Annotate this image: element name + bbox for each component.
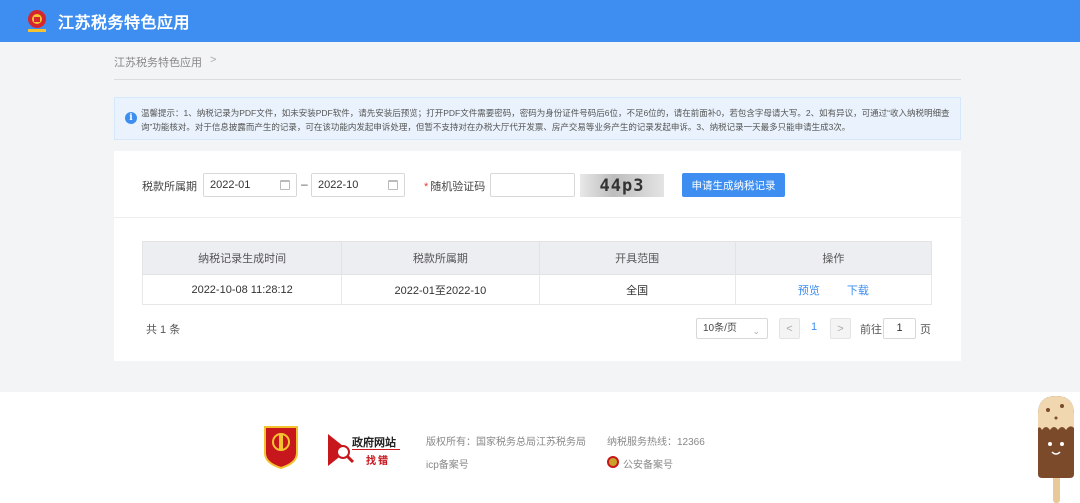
end-date-picker[interactable]: 2022-10	[311, 173, 405, 197]
app-title: 江苏税务特色应用	[58, 15, 191, 32]
current-page[interactable]: 1	[806, 321, 822, 333]
top-bar: 江苏税务特色应用	[0, 0, 1080, 42]
info-icon: i	[125, 112, 137, 124]
page-unit-label: 页	[920, 324, 931, 336]
footer: 政府网站 找错 版权所有：国家税务总局江苏税务局 纳税服务热线：12366 ic…	[0, 392, 1080, 503]
scope-cell: 全国	[538, 274, 736, 305]
next-page-button[interactable]: >	[830, 318, 851, 339]
column-header: 操作	[734, 241, 933, 275]
period-label: 税款所属期	[142, 181, 197, 193]
gov-site-sub: 找错	[366, 456, 390, 467]
page-size-select[interactable]: 10条/页 ⌄	[696, 318, 768, 339]
generate-record-button[interactable]: 申请生成纳税记录	[682, 173, 785, 197]
hotline-text: 纳税服务热线：12366	[607, 437, 705, 448]
goto-label: 前往	[860, 324, 882, 336]
calendar-icon	[280, 180, 290, 190]
captcha-image[interactable]: 44p3	[580, 174, 664, 197]
breadcrumb-separator: >	[210, 54, 217, 66]
main-card: 税款所属期 2022-01 – 2022-10 * 随机验证码 44p3 申请生成…	[114, 151, 961, 361]
end-date-value: 2022-10	[318, 179, 359, 191]
column-header: 纳税记录生成时间	[141, 241, 343, 275]
calendar-icon	[388, 180, 398, 190]
police-badge-icon	[607, 456, 619, 468]
actions-cell: 预览 下载	[734, 274, 933, 305]
page-size-value: 10条/页	[703, 323, 737, 334]
start-date-value: 2022-01	[210, 179, 251, 191]
party-government-emblem-icon[interactable]	[262, 425, 300, 470]
column-header: 开具范围	[538, 241, 736, 275]
icp-link[interactable]: icp备案号	[426, 456, 469, 471]
generated-time-cell: 2022-10-08 11:28:12	[141, 274, 343, 305]
gov-site-error-report[interactable]: 政府网站 找错	[326, 432, 406, 468]
prev-page-button[interactable]: <	[779, 318, 800, 339]
police-record-link[interactable]: 公安备案号	[623, 456, 673, 471]
copyright-text: 版权所有：国家税务总局江苏税务局	[426, 437, 586, 448]
required-mark: *	[424, 181, 429, 193]
notice-text: 温馨提示：1、纳税记录为PDF文件，如未安装PDF软件，请先安装后预览；打开PD…	[141, 108, 950, 132]
records-table: 纳税记录生成时间 税款所属期 开具范围 操作 2022-10-08 11:28:…	[141, 241, 933, 305]
preview-link[interactable]: 预览	[798, 285, 820, 297]
mascot-popsicle-icon[interactable]	[1034, 394, 1078, 503]
captcha-image-text: 44p3	[599, 175, 645, 196]
breadcrumb: 江苏税务特色应用 >	[114, 54, 961, 80]
start-date-picker[interactable]: 2022-01	[203, 173, 297, 197]
gov-site-title: 政府网站	[352, 437, 396, 449]
period-cell: 2022-01至2022-10	[341, 274, 540, 305]
table-header-row: 纳税记录生成时间 税款所属期 开具范围 操作	[141, 241, 933, 275]
notice-banner: i 温馨提示：1、纳税记录为PDF文件，如未安装PDF软件，请先安装后预览；打开…	[114, 97, 961, 140]
breadcrumb-item[interactable]: 江苏税务特色应用	[114, 54, 202, 70]
total-count: 共 1 条	[146, 324, 181, 336]
range-separator: –	[301, 177, 308, 191]
chevron-down-icon: ⌄	[752, 326, 760, 336]
captcha-input[interactable]	[490, 173, 575, 197]
download-link[interactable]: 下载	[847, 285, 869, 297]
query-form: 税款所属期 2022-01 – 2022-10 * 随机验证码 44p3 申请生成…	[114, 151, 961, 218]
goto-page-input[interactable]: 1	[883, 318, 916, 339]
table-row: 2022-10-08 11:28:12 2022-01至2022-10 全国 预…	[141, 274, 933, 305]
tax-logo-icon	[24, 8, 50, 34]
captcha-label: * 随机验证码	[424, 181, 486, 193]
column-header: 税款所属期	[341, 241, 540, 275]
